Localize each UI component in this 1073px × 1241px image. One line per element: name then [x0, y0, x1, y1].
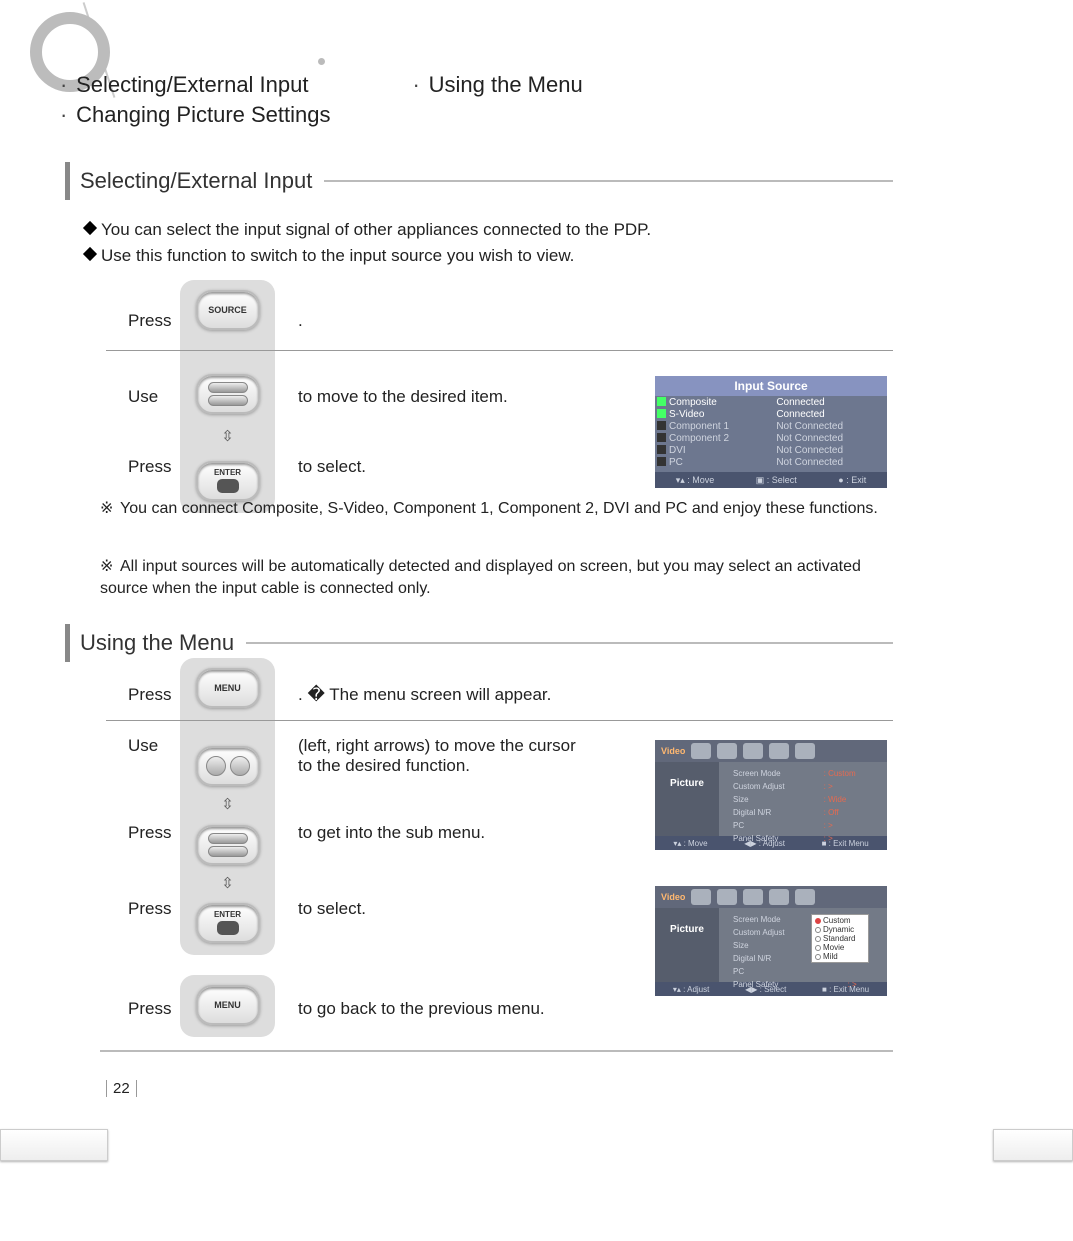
section1-note-1: ※You can connect Composite, S-Video, Com… — [100, 498, 893, 520]
picture-menu-osd-screenshot-1: Video Picture Screen Mode: Custom Custom… — [655, 740, 887, 850]
section1-step2: Useto move to the desired item. — [128, 374, 653, 420]
input-source-title: Input Source — [655, 376, 887, 396]
page-number: 22 — [106, 1080, 137, 1097]
input-source-list: CompositeConnected S-VideoConnected Comp… — [655, 396, 887, 469]
screen-mode-popup: Custom Dynamic Standard Movie Mild — [811, 914, 869, 963]
section2-step1: Press. � The menu screen will appear. — [128, 672, 653, 718]
section1-step1: Press. — [128, 298, 653, 344]
section-heading-using-menu: Using the Menu — [65, 624, 893, 662]
chapter-contents-list: · Selecting/External Input · Using the M… — [60, 70, 583, 130]
section-heading-selecting-input: Selecting/External Input — [65, 162, 893, 200]
diamond-bullet-icon — [83, 221, 97, 235]
toc-item-1: Selecting/External Input — [76, 72, 308, 97]
section2-step3: Pressto get into the sub menu. — [128, 810, 653, 856]
section2-step4: Pressto select. — [128, 886, 653, 932]
manual-page: · Selecting/External Input · Using the M… — [0, 0, 1073, 1241]
input-source-osd-screenshot: Input Source CompositeConnected S-VideoC… — [655, 376, 887, 488]
section1-intro-text: You can select the input signal of other… — [85, 218, 651, 270]
section2-step5: Pressto go back to the previous menu. — [128, 986, 653, 1032]
footer-rule — [100, 1050, 893, 1052]
picture-menu-osd-screenshot-2: Video Picture Screen Mode Custom Adjust … — [655, 886, 887, 996]
diamond-bullet-icon — [83, 247, 97, 261]
decorative-dot — [318, 58, 325, 65]
section1-note-2: ※All input sources will be automatically… — [100, 556, 893, 600]
toc-item-3: Changing Picture Settings — [76, 102, 330, 127]
section1-step3: Pressto select. — [128, 444, 653, 490]
corner-tab-left — [0, 1129, 108, 1161]
section2-step2: Use (left, right arrows) to move the cur… — [128, 736, 653, 782]
toc-item-2: Using the Menu — [429, 72, 583, 97]
corner-tab-right — [993, 1129, 1073, 1161]
